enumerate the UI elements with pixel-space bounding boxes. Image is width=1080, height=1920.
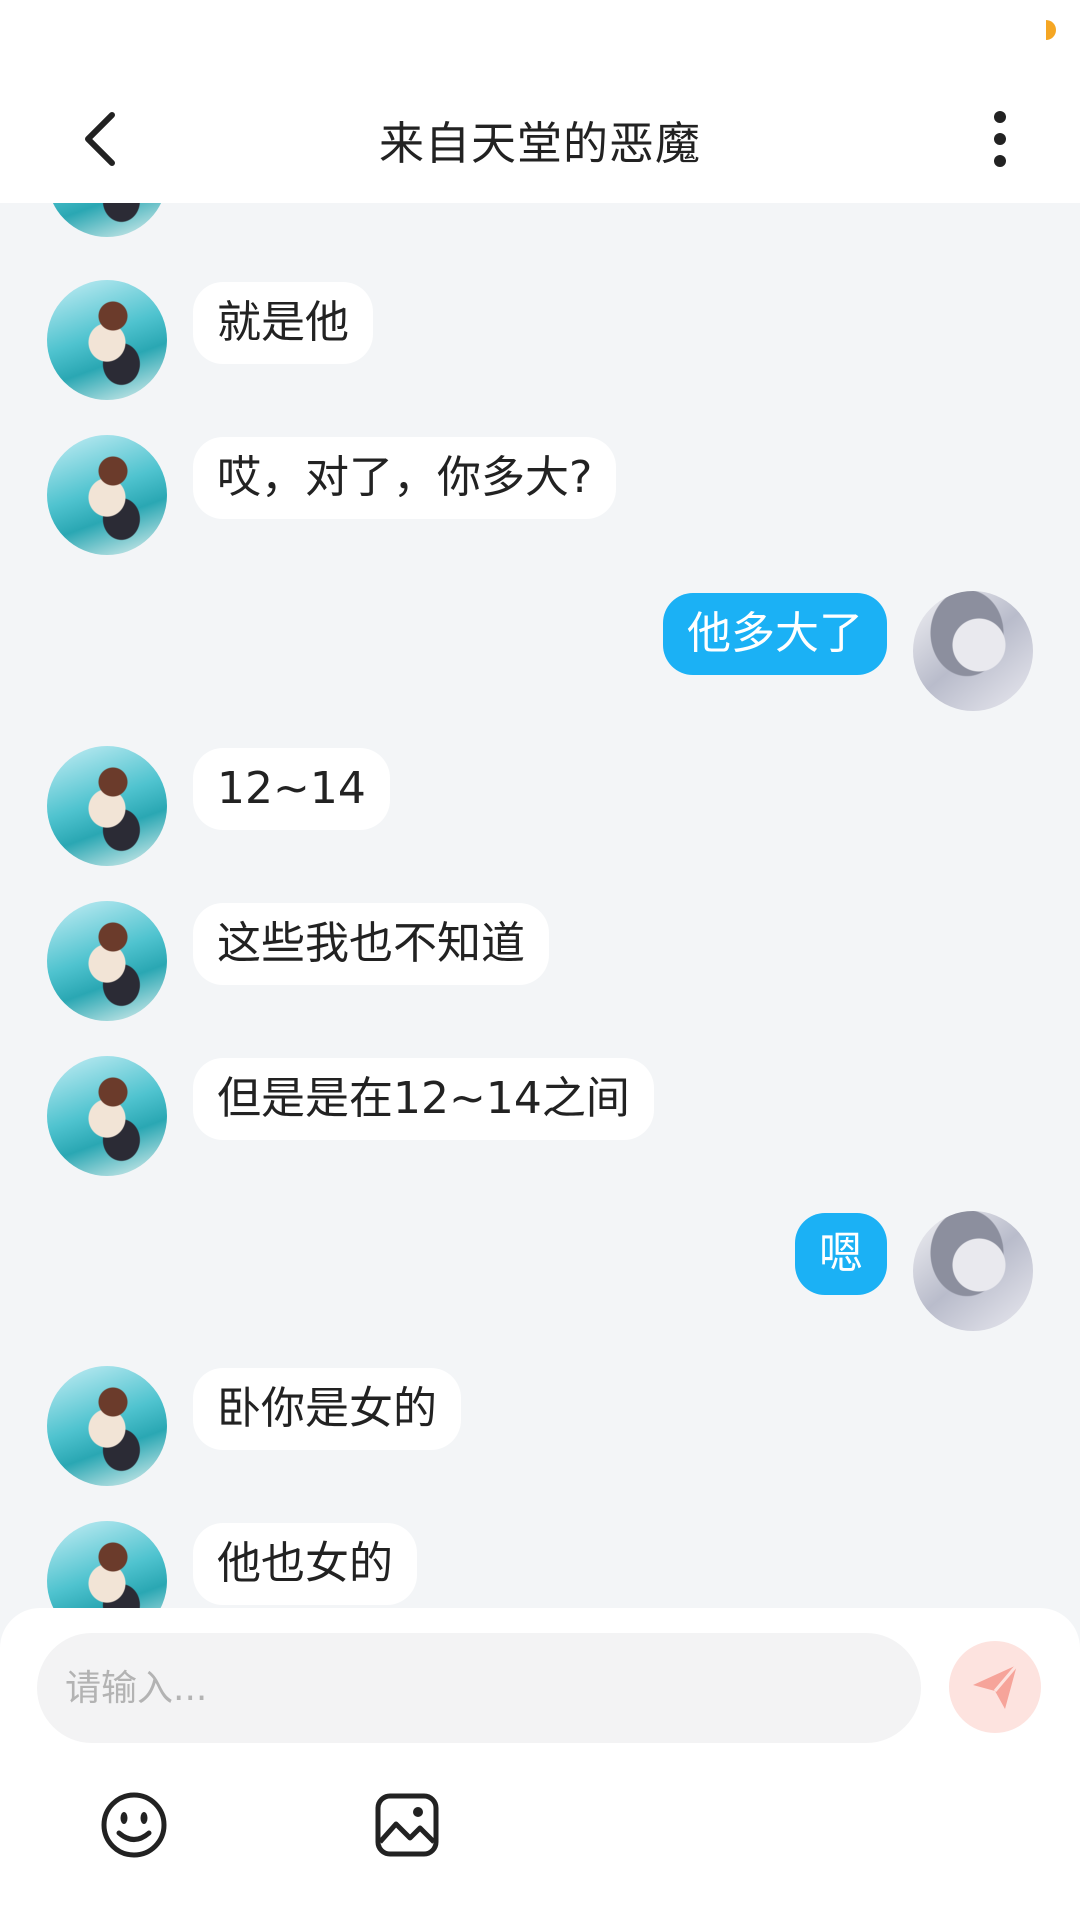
message-row xyxy=(47,203,463,237)
contact-avatar[interactable] xyxy=(47,280,167,400)
contact-avatar[interactable] xyxy=(47,435,167,555)
top-bar: 来自天堂的恶魔 xyxy=(0,75,1080,203)
message-row: 他也女的 xyxy=(47,1521,417,1608)
message-row: 就是他 xyxy=(47,280,373,400)
message-bubble: 哎，对了，你多大? xyxy=(193,437,617,519)
send-button[interactable] xyxy=(949,1641,1041,1733)
composer-panel xyxy=(0,1608,1080,1920)
chevron-left-icon xyxy=(85,112,115,166)
message-bubble: 卧你是女的 xyxy=(193,1368,461,1450)
message-bubble: 他也女的 xyxy=(193,1523,417,1605)
user-avatar[interactable] xyxy=(913,591,1033,711)
message-row: 但是是在12~14之间 xyxy=(47,1056,654,1176)
contact-avatar[interactable] xyxy=(47,203,167,237)
chat-title: 来自天堂的恶魔 xyxy=(378,116,701,170)
message-bubble: 但是是在12~14之间 xyxy=(193,1058,654,1140)
more-options-button[interactable] xyxy=(960,99,1040,179)
contact-avatar[interactable] xyxy=(47,1056,167,1176)
back-button[interactable] xyxy=(60,99,140,179)
message-row: 卧你是女的 xyxy=(47,1366,461,1486)
message-row: 这些我也不知道 xyxy=(47,901,549,1021)
emoji-button[interactable] xyxy=(97,1788,171,1862)
more-vertical-icon xyxy=(994,111,1006,167)
image-button[interactable] xyxy=(370,1788,444,1862)
message-row: 哎，对了，你多大? xyxy=(47,435,617,555)
send-icon xyxy=(973,1664,1019,1709)
message-bubble: 嗯 xyxy=(795,1213,887,1295)
message-bubble: 这些我也不知道 xyxy=(193,903,549,985)
message-input[interactable] xyxy=(37,1633,921,1743)
status-bar xyxy=(0,0,1080,75)
message-row: 12~14 xyxy=(47,746,390,866)
message-row: 嗯 xyxy=(795,1211,1033,1331)
message-bubble: 他多大了 xyxy=(663,593,887,675)
message-bubble: 就是他 xyxy=(193,282,373,364)
contact-avatar[interactable] xyxy=(47,901,167,1021)
user-avatar[interactable] xyxy=(913,1211,1033,1331)
message-list[interactable]: 就是他 哎，对了，你多大? 他多大了 12~14 这些我也不知道 但是是在12~… xyxy=(0,203,1080,1608)
message-row: 他多大了 xyxy=(663,591,1033,711)
image-icon xyxy=(375,1793,439,1857)
message-bubble: 12~14 xyxy=(193,748,390,830)
status-indicator-icon xyxy=(1046,20,1056,40)
contact-avatar[interactable] xyxy=(47,1521,167,1608)
emoji-icon xyxy=(101,1792,167,1858)
contact-avatar[interactable] xyxy=(47,1366,167,1486)
contact-avatar[interactable] xyxy=(47,746,167,866)
